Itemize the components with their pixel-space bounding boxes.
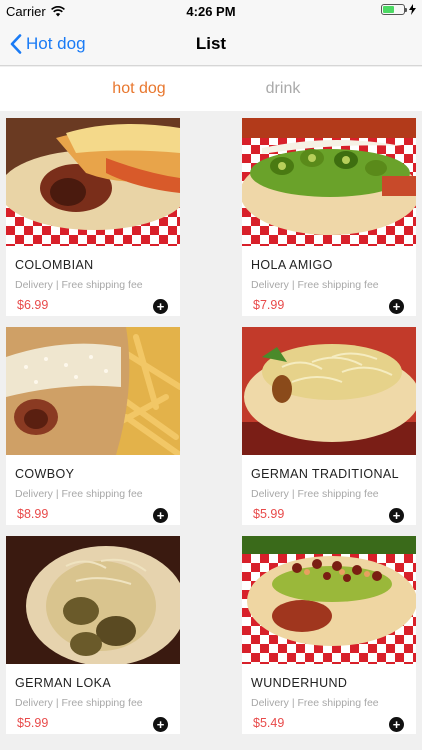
product-name: GERMAN LOKA — [15, 676, 112, 690]
product-price: $5.99 — [253, 507, 285, 521]
product-name: HOLA AMIGO — [251, 258, 333, 272]
plus-circle-icon[interactable]: + — [389, 717, 404, 732]
status-bar: Carrier 4:26 PM — [0, 0, 422, 22]
product-delivery-info: Delivery | Free shipping fee — [15, 279, 143, 291]
charging-bolt-icon — [409, 4, 416, 15]
product-name: COWBOY — [15, 467, 75, 481]
back-button[interactable]: Hot dog — [10, 22, 86, 66]
product-card-cowboy[interactable]: COWBOY Delivery | Free shipping fee $8.9… — [6, 327, 180, 525]
product-delivery-info: Delivery | Free shipping fee — [15, 488, 143, 500]
plus-circle-icon[interactable]: + — [153, 717, 168, 732]
product-photo — [242, 118, 416, 246]
battery-icon — [381, 4, 407, 15]
product-name: COLOMBIAN — [15, 258, 94, 272]
product-photo — [242, 536, 416, 664]
product-card-german-traditional[interactable]: GERMAN TRADITIONAL Delivery | Free shipp… — [242, 327, 416, 525]
product-delivery-info: Delivery | Free shipping fee — [251, 697, 379, 709]
product-photo — [242, 327, 416, 455]
back-button-label: Hot dog — [26, 34, 86, 53]
navigation-bar: Hot dog List — [0, 22, 422, 66]
product-photo — [6, 536, 180, 664]
plus-circle-icon[interactable]: + — [153, 508, 168, 523]
product-card-hola-amigo[interactable]: HOLA AMIGO Delivery | Free shipping fee … — [242, 118, 416, 316]
product-photo — [6, 327, 180, 455]
status-time: 4:26 PM — [186, 4, 236, 19]
product-price: $7.99 — [253, 298, 285, 312]
product-delivery-info: Delivery | Free shipping fee — [251, 488, 379, 500]
product-photo — [6, 118, 180, 246]
product-name: WUNDERHUND — [251, 676, 348, 690]
product-card-german-loka[interactable]: GERMAN LOKA Delivery | Free shipping fee… — [6, 536, 180, 734]
product-delivery-info: Delivery | Free shipping fee — [251, 279, 379, 291]
chevron-left-icon — [10, 34, 22, 54]
tab-drink[interactable]: drink — [213, 67, 353, 111]
product-card-wunderhund[interactable]: WUNDERHUND Delivery | Free shipping fee … — [242, 536, 416, 734]
product-delivery-info: Delivery | Free shipping fee — [15, 697, 143, 709]
status-right — [381, 4, 416, 15]
product-price: $5.99 — [17, 716, 49, 730]
plus-circle-icon[interactable]: + — [153, 299, 168, 314]
product-card-colombian[interactable]: COLOMBIAN Delivery | Free shipping fee $… — [6, 118, 180, 316]
tab-hot-dog[interactable]: hot dog — [69, 67, 209, 111]
product-price: $5.49 — [253, 716, 285, 730]
category-tabs: hot dog drink — [0, 67, 422, 111]
plus-circle-icon[interactable]: + — [389, 299, 404, 314]
product-price: $6.99 — [17, 298, 49, 312]
plus-circle-icon[interactable]: + — [389, 508, 404, 523]
product-price: $8.99 — [17, 507, 49, 521]
product-name: GERMAN TRADITIONAL — [251, 467, 399, 481]
